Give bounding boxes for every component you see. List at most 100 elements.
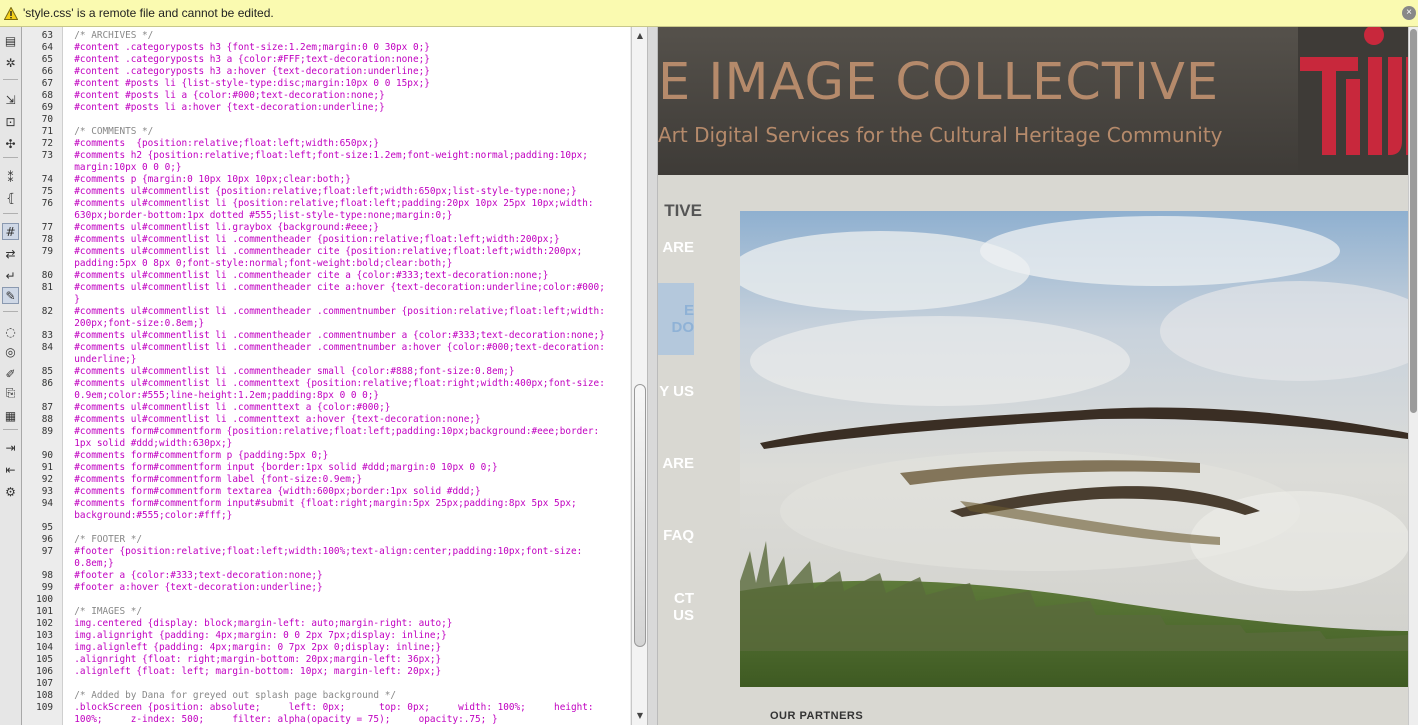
code-line[interactable]: 107 xyxy=(23,678,630,690)
code-line[interactable]: underline;} xyxy=(23,354,630,366)
code-line[interactable]: 81 #comments ul#commentlist li .commenth… xyxy=(23,282,630,294)
code-line[interactable]: 630px;border-bottom:1px dotted #555;list… xyxy=(23,210,630,222)
editor-scrollbar-thumb[interactable] xyxy=(634,384,646,647)
code-text: } xyxy=(63,294,80,305)
indent-code-icon[interactable]: ⇥ xyxy=(2,439,19,456)
nav-item[interactable]: E DO xyxy=(658,283,694,355)
code-line[interactable]: 200px;font-size:0.8em;} xyxy=(23,318,630,330)
code-line[interactable]: 76 #comments ul#commentlist li {position… xyxy=(23,198,630,210)
code-line[interactable]: 86 #comments ul#commentlist li .commentt… xyxy=(23,378,630,390)
code-line[interactable]: 85 #comments ul#commentlist li .commenth… xyxy=(23,366,630,378)
code-line[interactable]: 78 #comments ul#commentlist li .commenth… xyxy=(23,234,630,246)
apply-comment-icon[interactable]: ✎ xyxy=(2,287,19,304)
select-parent-tag-icon[interactable]: ⊡ xyxy=(2,113,19,130)
expand-tags-icon[interactable]: ⇲ xyxy=(2,91,19,108)
code-text: margin:10px 0 0 0;} xyxy=(63,162,182,173)
code-line[interactable]: 106 .alignleft {float: left; margin-bott… xyxy=(23,666,630,678)
code-line[interactable]: 97 #footer {position:relative;float:left… xyxy=(23,546,630,558)
code-line[interactable]: 71 /* COMMENTS */ xyxy=(23,126,630,138)
code-line[interactable]: 70 xyxy=(23,114,630,126)
line-number: 92 xyxy=(41,474,53,485)
code-line[interactable]: 84 #comments ul#commentlist li .commenth… xyxy=(23,342,630,354)
code-line[interactable]: 64 #content .categoryposts h3 {font-size… xyxy=(23,42,630,54)
code-line[interactable]: 93 #comments form#commentform textarea {… xyxy=(23,486,630,498)
code-line[interactable]: 109 .blockScreen {position: absolute; le… xyxy=(23,702,630,714)
code-line[interactable]: 72 #comments {position:relative;float:le… xyxy=(23,138,630,150)
code-line[interactable]: 65 #content .categoryposts h3 a {color:#… xyxy=(23,54,630,66)
syntax-coloring-icon[interactable]: # xyxy=(2,223,19,240)
nav-item[interactable]: FAQ xyxy=(658,499,694,571)
line-numbers-icon[interactable]: ⁑ xyxy=(2,169,19,186)
code-line[interactable]: 80 #comments ul#commentlist li .commenth… xyxy=(23,270,630,282)
code-line[interactable]: 98 #footer a {color:#333;text-decoration… xyxy=(23,570,630,582)
line-number: 73 xyxy=(41,150,53,161)
code-text: #comments ul#commentlist li.graybox {bac… xyxy=(63,222,380,233)
code-line[interactable]: } xyxy=(23,294,630,306)
recent-snippets-icon[interactable]: ✐ xyxy=(2,365,19,382)
balance-braces-icon[interactable]: ✣ xyxy=(2,135,19,152)
code-line[interactable]: 100 xyxy=(23,594,630,606)
code-line[interactable]: 66 #content .categoryposts h3 a:hover {t… xyxy=(23,66,630,78)
code-line[interactable]: 0.8em;} xyxy=(23,558,630,570)
close-notification-icon[interactable]: × xyxy=(1402,6,1416,20)
code-line[interactable]: 63 /* ARCHIVES */ xyxy=(23,30,630,42)
code-line[interactable]: 103 img.alignright {padding: 4px;margin:… xyxy=(23,630,630,642)
code-line[interactable]: 101 /* IMAGES */ xyxy=(23,606,630,618)
line-number: 97 xyxy=(41,546,53,557)
code-line[interactable]: 96 /* FOOTER */ xyxy=(23,534,630,546)
format-source-icon[interactable]: ▦ xyxy=(2,407,19,424)
editor-scrollbar[interactable]: ▲ ▼ xyxy=(631,27,647,725)
code-line[interactable]: 104 img.alignleft {padding: 4px;margin: … xyxy=(23,642,630,654)
settings-gear-icon[interactable]: ✲ xyxy=(2,54,19,71)
code-line[interactable]: 100%; z-index: 500; filter: alpha(opacit… xyxy=(23,714,630,725)
code-line[interactable]: 95 xyxy=(23,522,630,534)
nav-item[interactable]: ARE xyxy=(658,427,694,499)
remove-comment-icon[interactable]: ◌ xyxy=(2,323,19,340)
code-line[interactable]: 89 #comments form#commentform {position:… xyxy=(23,426,630,438)
code-line[interactable]: 68 #content #posts li a {color:#000;text… xyxy=(23,90,630,102)
word-wrap-icon[interactable]: ↵ xyxy=(2,267,19,284)
nav-item[interactable]: CT US xyxy=(658,571,694,643)
code-text: #content #posts li {list-style-type:disc… xyxy=(63,78,430,89)
code-line[interactable]: 108 /* Added by Dana for greyed out spla… xyxy=(23,690,630,702)
nav-item[interactable]: ARE xyxy=(658,211,694,283)
wrap-tag-icon[interactable]: ◎ xyxy=(2,343,19,360)
code-line[interactable]: margin:10px 0 0 0;} xyxy=(23,162,630,174)
preview-scrollbar[interactable] xyxy=(1408,27,1418,725)
code-line[interactable]: 91 #comments form#commentform input {bor… xyxy=(23,462,630,474)
file-management-icon[interactable]: ▤ xyxy=(2,32,19,49)
split-view-divider[interactable] xyxy=(647,27,658,725)
code-line[interactable]: 92 #comments form#commentform label {fon… xyxy=(23,474,630,486)
code-line[interactable]: 67 #content #posts li {list-style-type:d… xyxy=(23,78,630,90)
code-line[interactable]: 88 #comments ul#commentlist li .commentt… xyxy=(23,414,630,426)
code-line[interactable]: 87 #comments ul#commentlist li .commentt… xyxy=(23,402,630,414)
code-line[interactable]: 94 #comments form#commentform input#subm… xyxy=(23,498,630,510)
move-css-icon[interactable]: ⎘ xyxy=(2,385,19,402)
code-line[interactable]: padding:5px 0 8px 0;font-style:normal;fo… xyxy=(23,258,630,270)
code-line[interactable]: background:#555;color:#fff;} xyxy=(23,510,630,522)
preview-scrollbar-thumb[interactable] xyxy=(1410,29,1417,413)
code-line[interactable]: 73 #comments h2 {position:relative;float… xyxy=(23,150,630,162)
code-line[interactable]: 105 .alignright {float: right;margin-bot… xyxy=(23,654,630,666)
code-text: 0.9em;color:#555;line-height:1.2em;paddi… xyxy=(63,390,380,401)
code-line[interactable]: 90 #comments form#commentform p {padding… xyxy=(23,450,630,462)
outdent-code-icon[interactable]: ⇤ xyxy=(2,461,19,478)
code-line[interactable]: 79 #comments ul#commentlist li .commenth… xyxy=(23,246,630,258)
nav-item[interactable]: Y US xyxy=(658,355,694,427)
code-line[interactable]: 0.9em;color:#555;line-height:1.2em;paddi… xyxy=(23,390,630,402)
scroll-down-arrow-icon[interactable]: ▼ xyxy=(634,710,646,722)
code-line[interactable]: 74 #comments p {margin:0 10px 10px 10px;… xyxy=(23,174,630,186)
format-brush-icon[interactable]: ⚙ xyxy=(2,483,19,500)
code-line[interactable]: 82 #comments ul#commentlist li .commenth… xyxy=(23,306,630,318)
highlight-invalid-icon[interactable]: ⦃ xyxy=(2,189,19,206)
auto-indent-icon[interactable]: ⇄ xyxy=(2,245,19,262)
code-line[interactable]: 69 #content #posts li a:hover {text-deco… xyxy=(23,102,630,114)
code-line[interactable]: 1px solid #ddd;width:630px;} xyxy=(23,438,630,450)
code-line[interactable]: 99 #footer a:hover {text-decoration:unde… xyxy=(23,582,630,594)
scroll-up-arrow-icon[interactable]: ▲ xyxy=(634,30,646,42)
code-line[interactable]: 75 #comments ul#commentlist {position:re… xyxy=(23,186,630,198)
code-line[interactable]: 77 #comments ul#commentlist li.graybox {… xyxy=(23,222,630,234)
code-editor[interactable]: 63 /* ARCHIVES */64 #content .categorypo… xyxy=(23,27,630,725)
code-line[interactable]: 102 img.centered {display: block;margin-… xyxy=(23,618,630,630)
code-line[interactable]: 83 #comments ul#commentlist li .commenth… xyxy=(23,330,630,342)
